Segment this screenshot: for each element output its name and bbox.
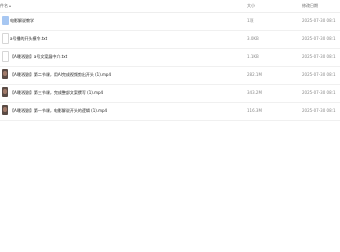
file-size: 1.1KB: [247, 54, 259, 59]
file-date: 2025-07-30 08:1: [302, 54, 336, 59]
file-name[interactable]: 电影解说教学: [10, 18, 34, 24]
video-thumbnail-icon: [2, 105, 8, 115]
text-file-icon: [2, 51, 9, 62]
video-thumbnail-icon: [2, 87, 8, 97]
file-size: 1项: [247, 18, 254, 23]
column-header-name[interactable]: 件名▴: [0, 3, 11, 9]
file-row[interactable]: 【AI影视剧】第一节课，电影解说开头的逻辑 (1).mp4 116.3M 202…: [0, 102, 340, 121]
file-name[interactable]: 【AI影视剧】第一节课，电影解说开头的逻辑 (1).mp4: [10, 108, 107, 114]
file-row[interactable]: 电影解说教学 1项 2025-07-30 08:1: [0, 12, 340, 31]
folder-icon: [2, 16, 9, 25]
file-date: 2025-07-30 08:1: [302, 108, 336, 113]
file-name[interactable]: a号播的开头模令.txt: [10, 36, 47, 42]
file-name[interactable]: 【AI影视剧】第二节课，用AI完成视频剪出开头 (1).mp4: [10, 72, 111, 78]
file-size: 116.3M: [247, 108, 262, 113]
file-size: 282.1M: [247, 72, 262, 77]
file-row[interactable]: 【AI影视剧】第二节课，用AI完成视频剪出开头 (1).mp4 282.1M 2…: [0, 66, 340, 85]
file-row[interactable]: a号播的开头模令.txt 3.0KB 2025-07-30 08:1: [0, 30, 340, 49]
column-header-size[interactable]: 大小: [247, 3, 255, 9]
file-date: 2025-07-30 08:1: [302, 36, 336, 41]
file-name[interactable]: 【AI影视剧】a号文案展中介.txt: [10, 54, 67, 60]
file-date: 2025-07-30 08:1: [302, 18, 336, 23]
file-name[interactable]: 【AI影视剧】第三节课，完成整部文案撰写 (1).mp4: [10, 90, 103, 96]
column-name-label: 件名: [0, 3, 8, 8]
file-row[interactable]: 【AI影视剧】a号文案展中介.txt 1.1KB 2025-07-30 08:1: [0, 48, 340, 67]
video-thumbnail-icon: [2, 69, 8, 79]
column-header-date[interactable]: 修改日期: [302, 3, 318, 9]
file-date: 2025-07-30 08:1: [302, 72, 336, 77]
arrow-up-icon[interactable]: ▴: [9, 3, 11, 9]
text-file-icon: [2, 33, 9, 44]
file-date: 2025-07-30 08:1: [302, 90, 336, 95]
file-row[interactable]: 【AI影视剧】第三节课，完成整部文案撰写 (1).mp4 343.2M 2025…: [0, 84, 340, 103]
file-size: 3.0KB: [247, 36, 259, 41]
file-size: 343.2M: [247, 90, 262, 95]
